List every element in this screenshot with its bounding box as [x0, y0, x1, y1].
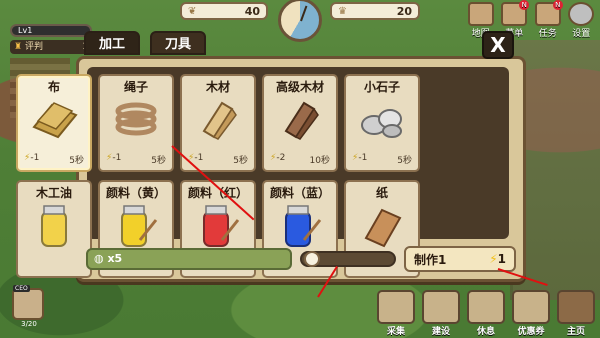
quantity-slider[interactable] — [300, 251, 396, 267]
menu-icon: N — [501, 0, 530, 26]
item-name: 颜料（黄） — [105, 186, 166, 200]
item-energy: -1 — [194, 153, 204, 163]
cat-face-icon: CEO — [12, 285, 44, 320]
material-icon: ◍ — [94, 252, 104, 265]
nav-rest-label: 休息 — [476, 327, 495, 337]
rest-icon — [467, 290, 505, 324]
ceo-tag: CEO — [13, 285, 30, 292]
rating-row: ♜ 评判 1 — [10, 40, 92, 54]
item-name: 颜料（红） — [187, 186, 248, 200]
item-time: 10秒 — [309, 156, 330, 166]
resource-right: ♛ 20 — [330, 2, 420, 20]
yellow-paint-icon — [100, 200, 172, 250]
item-name: 木工油 — [35, 186, 72, 200]
sprout-icon: ❦ — [188, 5, 197, 17]
make-label: 制作1 — [414, 252, 447, 267]
level-bar: Lv1 — [10, 24, 92, 37]
nav-coupon[interactable]: 优惠券 — [511, 290, 551, 337]
make-cost: 1 — [497, 252, 506, 266]
item-card[interactable]: 布 ⚡-1 5秒 — [16, 74, 92, 172]
oil-jar-icon — [18, 200, 90, 250]
material-count: ◍ x5 — [86, 248, 292, 270]
lumber-icon — [182, 94, 254, 144]
item-card[interactable]: 木工油 — [16, 180, 92, 278]
close-button[interactable]: X — [482, 31, 514, 59]
item-energy: -1 — [30, 153, 40, 163]
cloth-icon — [18, 94, 90, 144]
quest-icon: N — [534, 0, 563, 26]
slider-knob[interactable] — [304, 251, 320, 267]
item-energy: -2 — [276, 153, 286, 163]
resource-left-value: 40 — [244, 4, 260, 18]
item-card[interactable]: 小石子 ⚡-1 5秒 — [344, 74, 420, 172]
item-time: 5秒 — [397, 156, 412, 166]
pebbles-icon — [346, 94, 418, 144]
trophy-icon: ♜ — [14, 42, 23, 52]
rope-icon — [100, 94, 172, 144]
tab-tools[interactable]: 刀具 — [150, 31, 206, 55]
item-name: 绳子 — [123, 80, 148, 94]
map-icon — [467, 2, 494, 26]
day-clock-icon — [278, 0, 322, 42]
build-icon — [422, 290, 460, 324]
gather-icon — [377, 290, 415, 324]
nav-gather-label: 采集 — [386, 327, 405, 337]
item-card[interactable]: 绳子 ⚡-1 5秒 — [98, 74, 174, 172]
new-badge: N — [552, 0, 563, 10]
nav-gather[interactable]: 采集 — [376, 290, 416, 337]
tab-processing[interactable]: 加工 — [84, 31, 140, 55]
resource-left: ❦ 40 — [180, 2, 268, 20]
nav-home[interactable]: 主页 — [556, 290, 596, 337]
nav-coupon-label: 优惠券 — [517, 327, 545, 337]
level-widget: Lv1 ♜ 评判 1 — [10, 24, 92, 60]
dark-lumber-icon — [264, 94, 336, 144]
item-card[interactable]: 木材 ⚡-1 5秒 — [180, 74, 256, 172]
material-count-value: x5 — [107, 252, 123, 265]
item-name: 颜料（蓝） — [269, 186, 330, 200]
item-card[interactable]: 高级木材 ⚡-2 10秒 — [262, 74, 338, 172]
blue-paint-icon — [264, 200, 336, 250]
gear-icon — [568, 2, 595, 26]
settings-label: 设置 — [572, 29, 591, 39]
item-name: 布 — [47, 80, 60, 94]
item-time: 5秒 — [151, 156, 166, 166]
new-badge: N — [519, 0, 530, 10]
rating-label: 评判 — [24, 42, 43, 52]
crown-icon: ♛ — [338, 5, 347, 17]
nav-home-label: 主页 — [566, 327, 585, 337]
item-name: 高级木材 — [275, 80, 324, 94]
nav-build-label: 建设 — [431, 327, 450, 337]
item-energy: -1 — [112, 153, 122, 163]
resource-bar: ❦ 40 ♛ 20 — [180, 0, 420, 42]
item-name: 小石子 — [363, 80, 400, 94]
ceo-avatar[interactable]: CEO 3/20 — [12, 285, 46, 330]
item-name: 纸 — [375, 186, 388, 200]
resource-right-value: 20 — [396, 4, 412, 18]
item-energy: -1 — [358, 153, 368, 163]
home-icon — [557, 290, 595, 324]
nav-rest[interactable]: 休息 — [466, 290, 506, 337]
panel-tabs: 加工 刀具 — [84, 31, 206, 55]
paper-icon — [346, 200, 418, 250]
nav-build[interactable]: 建设 — [421, 290, 461, 337]
craft-controls: ◍ x5 制作1 ⚡1 — [86, 246, 524, 272]
item-time: 5秒 — [233, 156, 248, 166]
quest-label: 任务 — [538, 29, 557, 39]
bottom-nav: 采集 建设 休息 优惠券 主页 — [376, 290, 596, 337]
item-name: 木材 — [205, 80, 230, 94]
lightning-icon: ⚡ — [489, 252, 498, 266]
item-time: 5秒 — [69, 156, 84, 166]
settings-button[interactable]: 设置 — [567, 2, 597, 40]
red-paint-icon — [182, 200, 254, 250]
coupon-icon — [512, 290, 550, 324]
quest-button[interactable]: N 任务 — [533, 0, 563, 40]
ceo-count: 3/20 — [21, 320, 37, 328]
